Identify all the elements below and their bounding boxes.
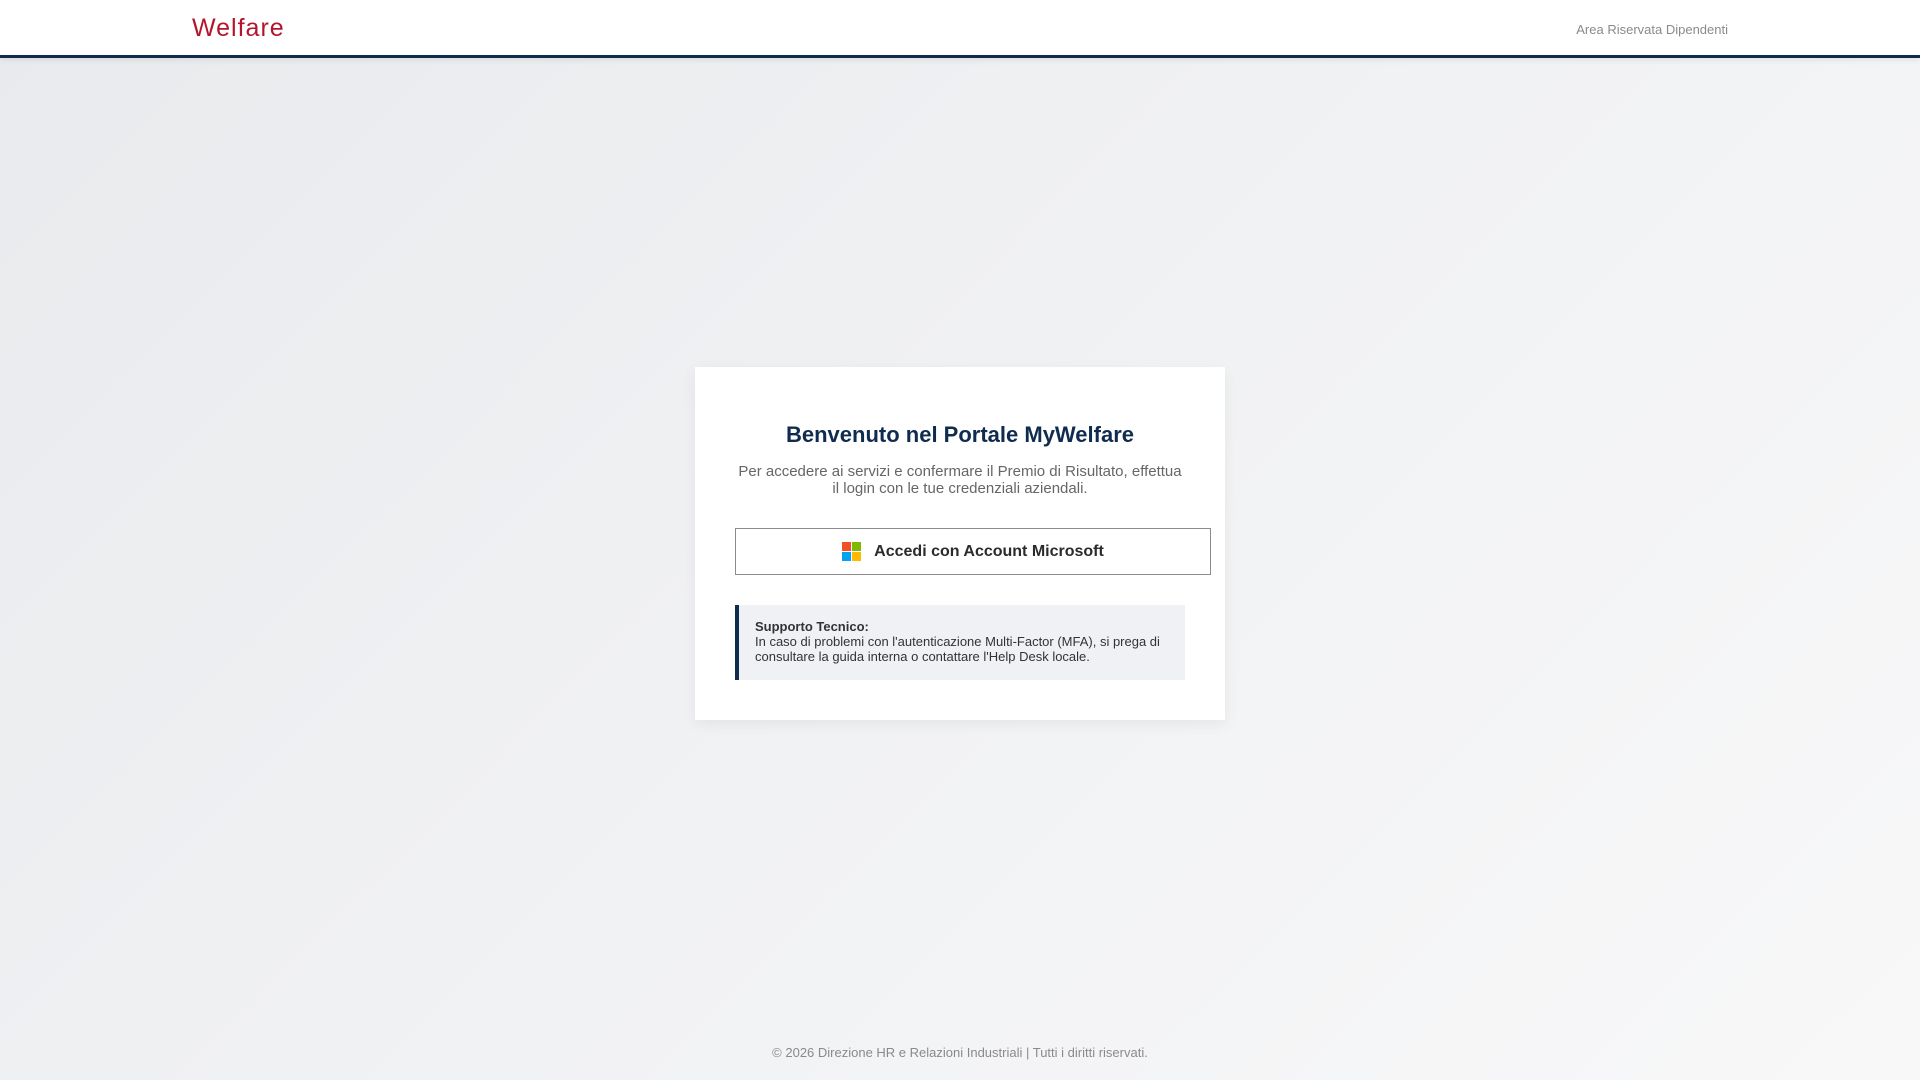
page-footer: © 2026 Direzione HR e Relazioni Industri… <box>772 1045 1148 1060</box>
support-notice: Supporto Tecnico: In caso di problemi co… <box>735 605 1185 680</box>
microsoft-login-button[interactable]: Accedi con Account Microsoft <box>735 528 1211 575</box>
reserved-area-label: Area Riservata Dipendenti <box>1576 22 1728 37</box>
top-header: Welfare Area Riservata Dipendenti <box>0 0 1920 58</box>
login-card: Benvenuto nel Portale MyWelfare Per acce… <box>695 367 1225 720</box>
microsoft-logo-icon <box>842 542 862 561</box>
brand-logo-text[interactable]: Welfare <box>192 14 285 43</box>
microsoft-logo-yellow-square <box>852 552 862 561</box>
microsoft-logo-green-square <box>852 542 862 551</box>
support-text: In caso di problemi con l'autenticazione… <box>755 634 1160 664</box>
microsoft-logo-red-square <box>842 542 852 551</box>
support-title: Supporto Tecnico: <box>755 619 869 634</box>
page-title: Benvenuto nel Portale MyWelfare <box>785 422 1134 447</box>
microsoft-logo-blue-square <box>842 552 852 561</box>
microsoft-login-label: Accedi con Account Microsoft <box>874 542 1104 560</box>
login-instructions: Per accedere ai servizi e confermare il … <box>738 463 1182 497</box>
